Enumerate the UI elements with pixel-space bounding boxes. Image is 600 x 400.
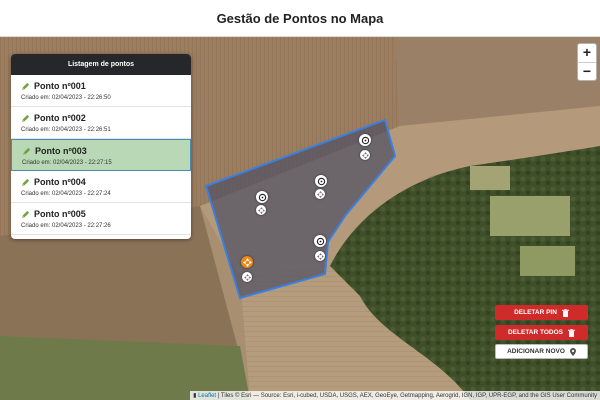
drag-handle[interactable] [315, 189, 325, 199]
map-pin-icon [569, 347, 576, 356]
point-created-date: Criado em: 02/04/2023 - 22:27:15 [22, 160, 112, 166]
point-name-label: Ponto nº002 [34, 113, 86, 123]
point-name-label: Ponto nº004 [34, 177, 86, 187]
active-map-marker[interactable] [241, 256, 253, 268]
page-title: Gestão de Pontos no Mapa [216, 10, 384, 26]
zoom-in-button[interactable]: + [578, 44, 596, 62]
trash-icon [561, 308, 569, 317]
pencil-icon [21, 82, 30, 90]
points-list: Ponto nº001 Criado em: 02/04/2023 - 22:26… [11, 75, 191, 235]
list-item[interactable]: Ponto nº003 Criado em: 02/04/2023 - 22:27… [11, 139, 191, 171]
list-item[interactable]: Ponto nº005 Criado em: 02/04/2023 - 22:27… [11, 203, 191, 235]
drag-handle[interactable] [315, 251, 325, 261]
delete-pin-button[interactable]: DELETAR PIN [495, 305, 588, 320]
drag-handle[interactable] [242, 272, 252, 282]
leaflet-link[interactable]: Leaflet [198, 393, 216, 399]
app-header: Gestão de Pontos no Mapa [0, 0, 600, 37]
zoom-out-button[interactable]: − [578, 62, 596, 81]
points-list-panel: Listagem de pontos Ponto nº001 Criado em:… [11, 54, 191, 239]
pencil-icon [21, 178, 30, 186]
point-created-date: Criado em: 02/04/2023 - 22:26:51 [21, 127, 111, 133]
map-marker[interactable] [256, 191, 268, 203]
add-new-label: ADICIONAR NOVO [507, 348, 565, 355]
add-new-button[interactable]: ADICIONAR NOVO [495, 344, 588, 359]
point-name-label: Ponto nº001 [34, 81, 86, 91]
map-marker[interactable] [315, 175, 327, 187]
drag-handle[interactable] [256, 205, 266, 215]
zoom-control: + − [577, 43, 597, 81]
point-created-date: Criado em: 02/04/2023 - 22:27:26 [21, 223, 111, 229]
point-created-date: Criado em: 02/04/2023 - 22:27:24 [21, 191, 111, 197]
attribution-text: | Tiles © Esri — Source: Esri, i-cubed, … [216, 393, 597, 399]
delete-all-label: DELETAR TODOS [507, 329, 563, 336]
list-item[interactable]: Ponto nº002 Criado em: 02/04/2023 - 22:26… [11, 107, 191, 139]
map-marker[interactable] [359, 134, 371, 146]
panel-title: Listagem de pontos [11, 54, 191, 75]
point-name: Ponto nº003 [22, 144, 180, 158]
point-name-label: Ponto nº005 [34, 209, 86, 219]
point-name: Ponto nº004 [21, 175, 181, 189]
list-item[interactable]: Ponto nº001 Criado em: 02/04/2023 - 22:26… [11, 75, 191, 107]
map-marker[interactable] [314, 235, 326, 247]
drag-handle[interactable] [360, 150, 370, 160]
point-name-label: Ponto nº003 [35, 146, 87, 156]
pencil-icon [21, 114, 30, 122]
point-name: Ponto nº005 [21, 207, 181, 221]
map-attribution: ▮ Leaflet | Tiles © Esri — Source: Esri,… [190, 391, 600, 400]
point-created-date: Criado em: 02/04/2023 - 22:26:50 [21, 95, 111, 101]
pencil-icon [22, 147, 31, 155]
list-item[interactable]: Ponto nº004 Criado em: 02/04/2023 - 22:27… [11, 171, 191, 203]
point-name: Ponto nº001 [21, 79, 181, 93]
trash-icon [568, 328, 575, 337]
delete-pin-label: DELETAR PIN [514, 309, 557, 316]
pencil-icon [21, 210, 30, 218]
flag-icon: ▮ [193, 393, 197, 399]
point-name: Ponto nº002 [21, 111, 181, 125]
delete-all-button[interactable]: DELETAR TODOS [495, 325, 588, 340]
